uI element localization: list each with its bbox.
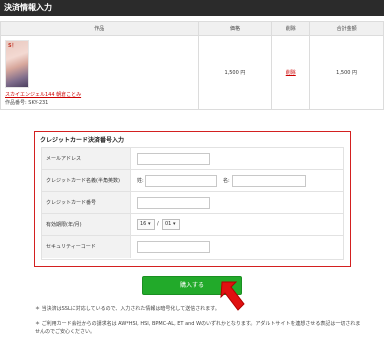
col-header-product: 作品 <box>0 21 199 36</box>
ssl-note: ＊ 当決済はSSLに対応しているので、入力された情報は暗号化して送信されます。 <box>35 306 220 312</box>
credit-card-form: クレジットカード決済番号入力 メールアドレス クレジットカード名義(半角英数) … <box>34 131 351 267</box>
col-header-delete: 削除 <box>271 21 311 36</box>
security-code-field[interactable] <box>137 241 210 253</box>
card-number-field[interactable] <box>137 197 210 209</box>
email-label: メールアドレス <box>42 148 131 169</box>
card-number-label: クレジットカード番号 <box>42 192 131 213</box>
col-header-total: 合計金額 <box>309 21 384 36</box>
cover-logo-text: S！ <box>8 43 17 49</box>
card-last-name-field[interactable] <box>145 175 217 187</box>
delete-link[interactable]: 削除 <box>286 70 296 76</box>
security-code-label: セキュリティーコード <box>42 236 131 258</box>
expiry-month-select[interactable]: 01 ▾ <box>162 219 180 230</box>
order-table: 作品 価格 削除 合計金額 S！ スカイエンジェル144 朝倉ことみ 作品番号:… <box>0 21 384 110</box>
form-row-card-name: クレジットカード名義(半角英数) 姓: 名: <box>42 170 343 192</box>
product-cell: S！ スカイエンジェル144 朝倉ことみ 作品番号: SKY-231 <box>0 35 199 110</box>
form-row-card-number: クレジットカード番号 <box>42 192 343 214</box>
delete-cell: 削除 <box>271 35 311 110</box>
header-bar: 決済情報入力 <box>0 0 384 16</box>
first-name-prefix: 名: <box>223 178 230 184</box>
page-title: 決済情報入力 <box>4 3 52 12</box>
email-field[interactable] <box>137 153 210 165</box>
billing-note: ＊ ご利用カード会社からの請求名は AW*HSI, HSI, BPMC-AL, … <box>35 321 361 335</box>
last-name-prefix: 姓: <box>137 178 144 184</box>
card-first-name-field[interactable] <box>232 175 306 187</box>
total-cell: 1,500 円 <box>309 35 384 110</box>
expiry-separator: / <box>157 221 159 227</box>
price-cell: 1,500 円 <box>197 35 273 110</box>
form-row-expiry: 有効期限(年/月) 16 ▾ / 01 ▾ <box>42 214 343 236</box>
form-row-email: メールアドレス <box>42 148 343 170</box>
product-title-link[interactable]: スカイエンジェル144 朝倉ことみ <box>5 91 194 98</box>
expiry-year-select[interactable]: 16 ▾ <box>137 219 155 230</box>
credit-form-fields: メールアドレス クレジットカード名義(半角英数) 姓: 名: クレジットカード番… <box>41 147 344 260</box>
col-header-price: 価格 <box>197 21 273 36</box>
product-number: 作品番号: SKY-231 <box>5 100 49 106</box>
expiry-label: 有効期限(年/月) <box>42 214 131 235</box>
credit-form-title: クレジットカード決済番号入力 <box>40 137 125 144</box>
order-table-header: 作品 価格 削除 合計金額 <box>0 21 384 36</box>
form-row-security-code: セキュリティーコード <box>42 236 343 258</box>
table-row: S！ スカイエンジェル144 朝倉ことみ 作品番号: SKY-231 1,500… <box>0 35 384 110</box>
product-cover-image[interactable]: S！ <box>5 40 29 88</box>
card-name-label: クレジットカード名義(半角英数) <box>42 170 131 191</box>
